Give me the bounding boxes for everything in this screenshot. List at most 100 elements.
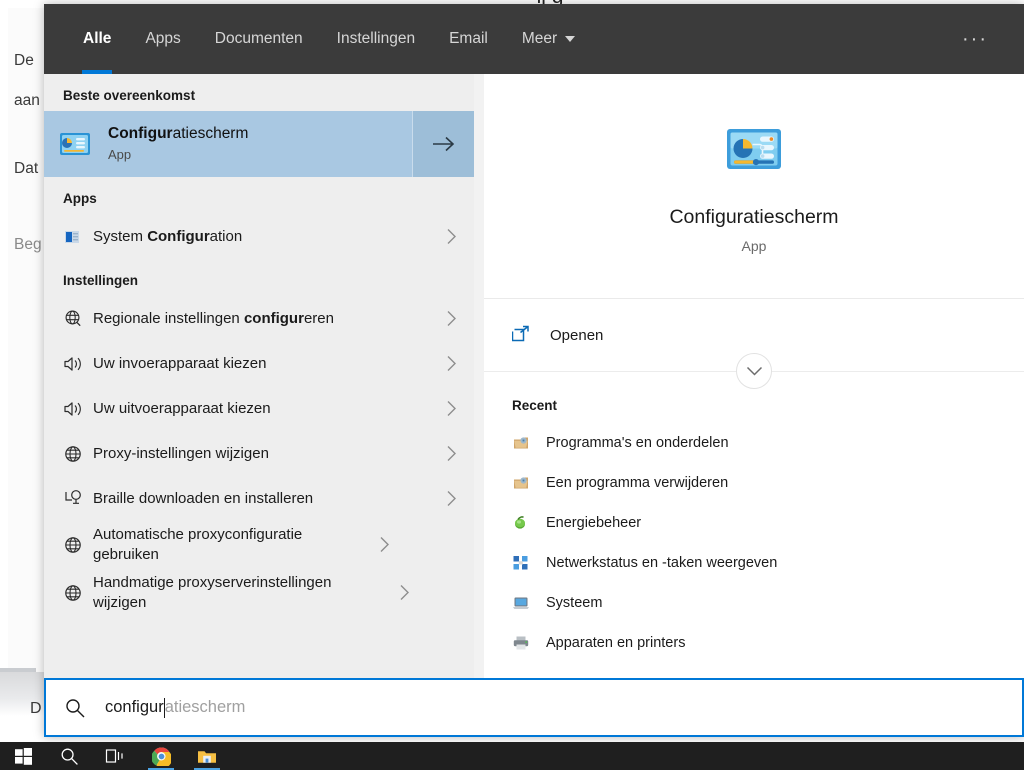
chrome-button[interactable] [138,742,184,770]
recent-item-label: Netwerkstatus en -taken weergeven [546,555,778,571]
group-header-best-match: Beste overeenkomst [63,88,196,103]
windows-logo-icon [14,747,32,765]
result-row-proxy-instellingen[interactable]: Proxy-instellingen wijzigen [44,431,474,476]
control-panel-icon [723,118,785,180]
open-button[interactable]: Openen [512,325,603,345]
label-pre: Handmatige proxyserverinstellingen wijzi… [93,573,332,611]
recent-item-energiebeheer[interactable]: Energiebeheer [484,503,1024,543]
label-bold: configur [243,309,304,327]
speaker-icon [63,351,93,377]
recent-item-apparaten-en-printers[interactable]: Apparaten en printers [484,623,1024,663]
background-text-line: Dat [14,160,39,177]
chevron-right-icon[interactable] [440,445,462,462]
chrome-icon [151,746,171,766]
best-match-open-button[interactable] [412,111,474,177]
label-pre: Uw invoerapparaat kiezen [93,354,267,372]
best-match-row[interactable]: Configuratiescherm App [44,111,474,177]
network-status-icon [512,552,546,574]
group-header-apps: Apps [63,191,97,206]
recent-item-programmas-en-onderdelen[interactable]: Programma's en onderdelen [484,423,1024,463]
search-text: configur atiescherm [105,697,246,718]
label-pre: Regionale instellingen [93,309,244,327]
result-label: Proxy-instellingen wijzigen [93,444,440,464]
filter-tab-bar: Alle Apps Documenten Instellingen Email … [44,4,1024,74]
recent-item-een-programma-verwijderen[interactable]: Een programma verwijderen [484,463,1024,503]
result-row-system-configuration[interactable]: System Configuration [44,214,474,259]
tab-email[interactable]: Email [432,4,505,74]
globe-icon [63,580,93,606]
search-typed-text: configur [105,698,164,717]
chevron-right-icon[interactable] [373,536,395,553]
recent-item-label: Programma's en onderdelen [546,435,729,451]
result-row-regionale-instellingen[interactable]: Regionale instellingen configureren [44,296,474,341]
result-label: Uw invoerapparaat kiezen [93,354,440,374]
chevron-right-icon[interactable] [440,490,462,507]
tab-label: Documenten [214,30,303,47]
start-button[interactable] [0,742,46,770]
folder-icon [197,748,217,765]
devices-printers-icon [512,632,546,654]
tab-apps[interactable]: Apps [128,4,197,74]
best-match-subtitle: App [108,147,132,163]
result-label: Automatische proxyconfiguratie gebruiken [93,525,373,565]
search-input[interactable]: configur atiescherm [44,678,1024,737]
best-match-title: Configuratiescherm [108,125,248,144]
background-text-line: Beg [14,236,42,253]
recent-item-netwerkstatus[interactable]: Netwerkstatus en -taken weergeven [484,543,1024,583]
result-row-uitvoerapparaat[interactable]: Uw uitvoerapparaat kiezen [44,386,474,431]
globe-region-icon [63,306,93,332]
open-label: Openen [550,326,604,344]
task-view-icon [105,747,125,765]
result-label: System Configuration [93,227,440,247]
recent-item-label: Apparaten en printers [546,635,686,651]
programs-features-icon [512,472,546,494]
open-external-icon [512,325,532,345]
chevron-right-icon[interactable] [440,228,462,245]
tab-meer[interactable]: Meer [505,4,592,74]
label-bold: Configur [147,227,210,245]
tab-instellingen[interactable]: Instellingen [320,4,432,74]
result-row-braille[interactable]: Braille downloaden en installeren [44,476,474,521]
preview-subtitle: App [741,238,767,254]
result-label: Regionale instellingen configureren [93,309,440,329]
programs-features-icon [512,432,546,454]
preview-divider [484,353,1024,389]
best-match-content[interactable]: Configuratiescherm App [44,111,412,177]
chevron-right-icon[interactable] [440,400,462,417]
background-text-line: aan [14,92,40,109]
search-button[interactable] [46,742,92,770]
tab-alle[interactable]: Alle [66,4,128,74]
best-match-text: Configuratiescherm App [108,125,248,163]
recent-item-label: Energiebeheer [546,515,642,531]
overflow-menu-button[interactable]: ··· [948,4,1002,74]
tab-label: Alle [83,30,112,47]
preview-title: Configuratiescherm [669,206,839,228]
result-label: Handmatige proxyserverinstellingen wijzi… [93,573,393,613]
search-icon [64,697,86,719]
best-match-title-rest: atiescherm [172,125,249,143]
label-pre: Braille downloaden en installeren [93,489,314,507]
result-label: Braille downloaden en installeren [93,489,440,509]
chevron-right-icon[interactable] [440,355,462,372]
background-bottom-letter: D [30,700,42,717]
chevron-right-icon[interactable] [440,310,462,327]
chevron-right-icon[interactable] [393,584,415,601]
flyout-body: Beste overeenkomst Configuratiescherm Ap… [44,74,1024,678]
result-row-handmatige-proxy[interactable]: Handmatige proxyserverinstellingen wijzi… [44,569,474,617]
recent-item-systeem[interactable]: Systeem [484,583,1024,623]
task-view-button[interactable] [92,742,138,770]
power-options-icon [512,512,546,534]
tab-label: Instellingen [336,30,416,47]
result-row-invoerapparaat[interactable]: Uw invoerapparaat kiezen [44,341,474,386]
taskbar [0,742,1024,770]
label-post: eren [303,309,334,327]
search-flyout: Alle Apps Documenten Instellingen Email … [44,4,1024,737]
globe-icon [63,532,93,558]
preview-pane: Configuratiescherm App Openen Recent Pro… [474,74,1024,678]
result-row-automatische-proxy[interactable]: Automatische proxyconfiguratie gebruiken [44,521,474,569]
tab-documenten[interactable]: Documenten [198,4,320,74]
expand-details-button[interactable] [736,353,772,389]
label-post: ation [209,227,243,245]
search-suggestion-text: atiescherm [164,698,246,717]
file-explorer-button[interactable] [184,742,230,770]
